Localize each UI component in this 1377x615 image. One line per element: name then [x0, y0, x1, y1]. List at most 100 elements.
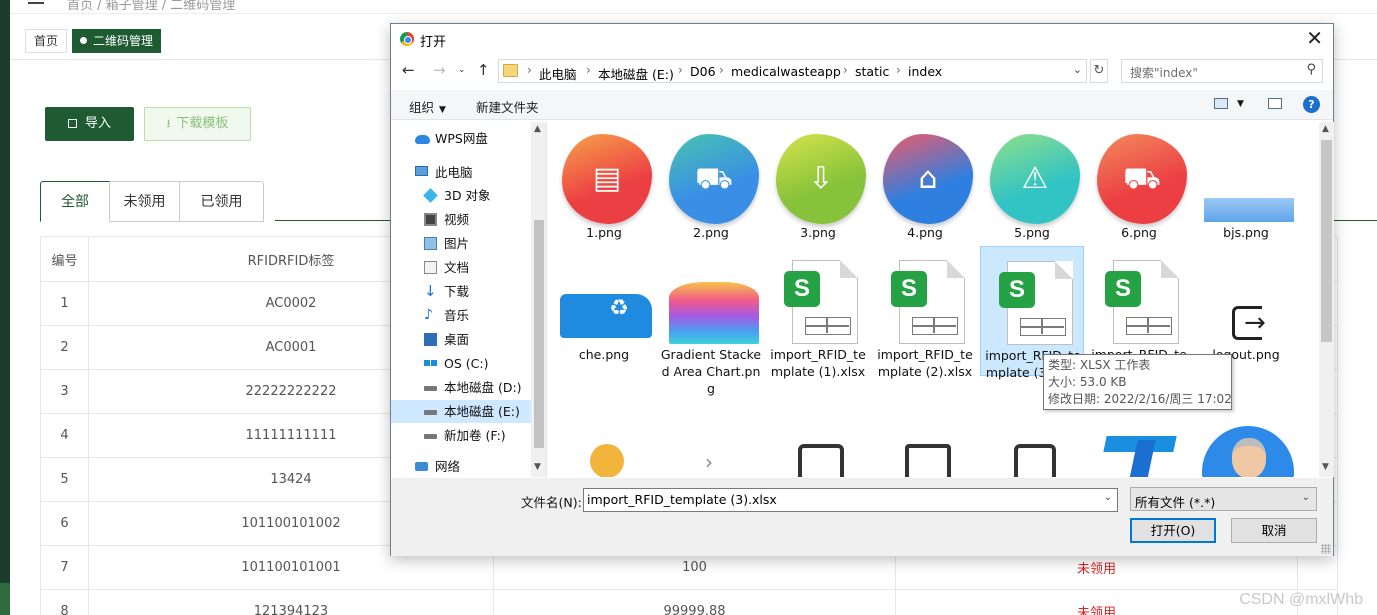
- nav-item[interactable]: 新加卷 (F:): [391, 424, 531, 447]
- file-item[interactable]: Gradient Stacked Area Chart.png: [659, 246, 763, 396]
- tag-qrcode-management[interactable]: 二维码管理: [72, 29, 162, 53]
- filename-value: import_RFID_template (3).xlsx: [587, 492, 777, 507]
- nav-item[interactable]: OS (C:): [391, 352, 531, 375]
- sheet-grid-icon: [805, 317, 851, 335]
- nav-item[interactable]: 网络: [391, 455, 531, 477]
- scroll-down-icon[interactable]: ▼: [1322, 462, 1329, 472]
- filename-dropdown-icon[interactable]: ⌄: [1104, 492, 1112, 503]
- cancel-button[interactable]: 取消: [1231, 518, 1317, 543]
- address-segment[interactable]: D06: [690, 64, 716, 79]
- view-options-icon[interactable]: [1214, 98, 1228, 109]
- nav-item[interactable]: 本地磁盘 (E:): [391, 400, 531, 423]
- file-item[interactable]: ⛟ 6.png: [1087, 124, 1191, 254]
- nav-scrollbar[interactable]: ▲ ▼: [531, 122, 546, 477]
- open-button[interactable]: 打开(O): [1130, 518, 1216, 543]
- scroll-down-icon[interactable]: ▼: [534, 462, 541, 472]
- file-thumbnail: [1204, 134, 1294, 224]
- file-scroll-thumb[interactable]: [1321, 140, 1332, 342]
- up-arrow-icon[interactable]: ↑: [477, 61, 490, 79]
- music-icon: ♪: [424, 307, 433, 323]
- recycle-icon: ♻: [609, 296, 629, 321]
- file-item[interactable]: ⛟ 2.png: [659, 124, 763, 254]
- organize-menu[interactable]: 组织 ▼: [409, 97, 446, 116]
- nav-item[interactable]: 文档: [391, 256, 531, 279]
- new-folder-button[interactable]: 新建文件夹: [476, 97, 539, 116]
- import-button[interactable]: 导入: [45, 107, 134, 141]
- file-item[interactable]: [766, 370, 870, 477]
- help-icon[interactable]: ?: [1303, 96, 1320, 113]
- file-item[interactable]: ⚠ 5.png: [980, 124, 1084, 254]
- address-segment[interactable]: 此电脑: [539, 64, 577, 83]
- address-dropdown-icon[interactable]: ⌄: [1073, 63, 1082, 76]
- dialog-title: 打开: [420, 35, 447, 50]
- nav-item[interactable]: ↓ 下载: [391, 280, 531, 303]
- tooltip-type: 类型: XLSX 工作表: [1048, 358, 1151, 372]
- breadcrumb-separator-icon: ›: [896, 63, 901, 77]
- file-item[interactable]: ⇩ 3.png: [766, 124, 870, 254]
- file-tooltip: 类型: XLSX 工作表 大小: 53.0 KB 修改日期: 2022/2/16…: [1043, 354, 1232, 410]
- file-thumbnail: [669, 256, 759, 346]
- address-segment[interactable]: static: [855, 64, 889, 79]
- download-template-button[interactable]: ⭳ 下载模板: [144, 107, 251, 141]
- xlsx-file-icon: S: [891, 260, 965, 344]
- nav-item[interactable]: 视频: [391, 208, 531, 231]
- address-segment[interactable]: 本地磁盘 (E:): [598, 64, 674, 83]
- refresh-icon[interactable]: ↻: [1090, 59, 1108, 83]
- nav-item[interactable]: ♪ 音乐: [391, 304, 531, 327]
- resize-grip-icon[interactable]: [1321, 544, 1331, 554]
- address-segment[interactable]: index: [908, 64, 942, 79]
- file-item[interactable]: bjs.png: [1194, 124, 1298, 254]
- nav-item-label: 桌面: [444, 332, 470, 347]
- scroll-up-icon[interactable]: ▲: [1322, 124, 1329, 134]
- cell-number: 6: [40, 501, 89, 546]
- back-arrow-icon[interactable]: ←: [402, 61, 415, 79]
- nav-item[interactable]: 3D 对象: [391, 184, 531, 207]
- file-scrollbar[interactable]: ▲ ▼: [1319, 122, 1334, 477]
- sidebar-active-stub: [0, 583, 10, 615]
- address-bar[interactable]: › 此电脑 › 本地磁盘 (E:) › D06 › medicalwasteap…: [498, 59, 1087, 83]
- nav-item[interactable]: 本地磁盘 (D:): [391, 376, 531, 399]
- filename-input[interactable]: import_RFID_template (3).xlsx ⌄: [583, 488, 1118, 512]
- close-icon[interactable]: ✕: [1306, 27, 1323, 49]
- file-item[interactable]: [552, 370, 656, 477]
- document-icon: [424, 261, 437, 274]
- cell-rfid: 121394123: [88, 589, 494, 615]
- nav-item[interactable]: WPS网盘: [391, 127, 531, 150]
- scroll-up-icon[interactable]: ▲: [534, 124, 541, 134]
- nav-item[interactable]: 图片: [391, 232, 531, 255]
- image-thumbnail-icon: ⛟: [1097, 134, 1187, 224]
- file-item[interactable]: ⌂ 4.png: [873, 124, 977, 254]
- drive-icon: [424, 386, 437, 391]
- file-item[interactable]: Simport_RFID_template (2).xlsx: [873, 246, 977, 379]
- cell-number: 2: [40, 325, 89, 370]
- xlsx-file-icon: S: [784, 260, 858, 344]
- address-segment[interactable]: medicalwasteapp: [731, 64, 841, 79]
- tab-claimed[interactable]: 已领用: [180, 181, 264, 222]
- file-item[interactable]: ▤ 1.png: [552, 124, 656, 254]
- video-icon: [424, 213, 437, 226]
- nav-item[interactable]: 此电脑: [391, 161, 531, 184]
- tag-home[interactable]: 首页: [25, 29, 68, 53]
- file-item[interactable]: [873, 370, 977, 477]
- page-fold-icon: [1055, 261, 1073, 279]
- view-dropdown-icon[interactable]: ▼: [1237, 99, 1244, 109]
- tab-all[interactable]: 全部: [40, 181, 110, 222]
- picture-icon: [424, 237, 437, 250]
- recent-chevron-down-icon[interactable]: ⌄: [458, 65, 466, 75]
- file-thumbnail: ›: [669, 380, 759, 474]
- file-item[interactable]: ♻ che.png: [552, 246, 656, 376]
- dialog-titlebar[interactable]: 打开 ✕: [391, 24, 1333, 54]
- file-item[interactable]: Simport_RFID_template (1).xlsx: [766, 246, 870, 379]
- filetype-select[interactable]: 所有文件 (*.*) ⌄: [1130, 487, 1317, 511]
- nav-scroll-thumb[interactable]: [534, 220, 544, 448]
- banner-thumbnail-icon: [1204, 198, 1294, 222]
- cube-icon: [423, 188, 438, 203]
- forward-arrow-icon[interactable]: →: [433, 61, 446, 79]
- search-box[interactable]: 搜索"index" ⚲: [1121, 59, 1323, 83]
- tab-unclaimed[interactable]: 未领用: [110, 181, 180, 222]
- preview-pane-icon[interactable]: [1268, 98, 1282, 109]
- nav-item[interactable]: 桌面: [391, 328, 531, 351]
- image-thumbnail-icon: ⛟: [669, 134, 759, 224]
- hamburger-icon[interactable]: [28, 2, 44, 4]
- file-item[interactable]: ›: [659, 370, 763, 477]
